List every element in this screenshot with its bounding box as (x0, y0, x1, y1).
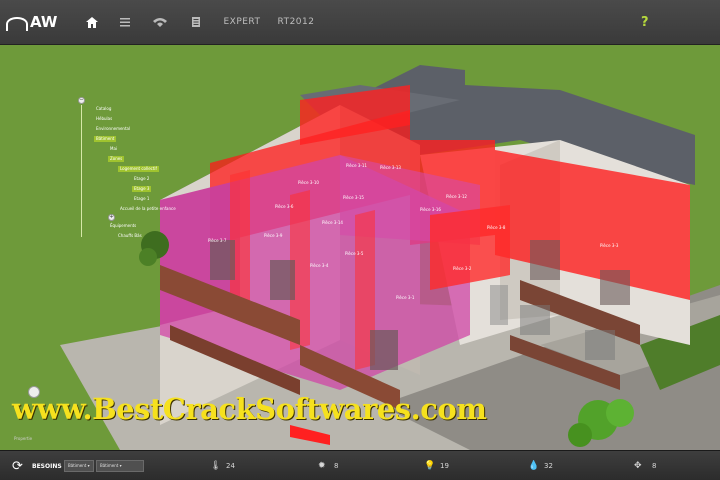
target-select-value: Bâtiment (100, 463, 119, 468)
lighting-value: 19 (440, 462, 449, 470)
logo-text: AW (30, 13, 58, 31)
room-label[interactable]: Pièce 3-11 (346, 163, 367, 168)
scope-select[interactable]: Bâtiment ▾ (64, 460, 94, 472)
thermometer-icon[interactable]: 🌡 (210, 460, 221, 472)
room-label[interactable]: Pièce 3-7 (208, 238, 226, 243)
tree-item-equipements[interactable]: Équipements (108, 223, 138, 229)
tree-item-environnemental[interactable]: Environnemental (94, 126, 132, 132)
top-toolbar: AW EXPERT RT2012 ? (0, 0, 720, 45)
home-button[interactable] (84, 12, 100, 32)
tree-item-batiment[interactable]: Bâtiment (94, 136, 117, 142)
project-tree: − Catalog Hébulas Environnemental Bâtime… (78, 97, 198, 247)
3d-viewport[interactable]: Pièce 3-11 Pièce 3-13 Pièce 3-10 Pièce 3… (0, 45, 720, 450)
room-label[interactable]: Pièce 3-16 (420, 207, 441, 212)
tree-item-hebulas[interactable]: Hébulas (94, 116, 114, 122)
water-value: 32 (544, 462, 553, 470)
temperature-value: 24 (226, 462, 235, 470)
help-button[interactable]: ? (638, 12, 652, 32)
fan-icon[interactable]: ✥ (634, 460, 642, 472)
refresh-icon: ⟳ (12, 458, 23, 474)
solar-value: 8 (334, 462, 339, 470)
logo-arc-icon (6, 15, 28, 31)
tree-item-etage-2[interactable]: Etage 2 (132, 176, 151, 182)
tab-expert[interactable]: EXPERT (222, 12, 262, 32)
tree-item-zones[interactable]: Zones (108, 156, 125, 162)
ventilation-value: 8 (652, 462, 657, 470)
watermark-text: www.BestCrackSoftwares.com (12, 392, 487, 426)
room-label[interactable]: Pièce 3-4 (310, 263, 328, 268)
room-label[interactable]: Pièce 3-8 (487, 225, 505, 230)
bulb-icon[interactable]: 💡 (424, 460, 435, 472)
tree-collapse-toggle[interactable]: − (78, 97, 85, 104)
tree-item-etage-3[interactable]: Etage 3 (132, 186, 152, 192)
tree-item-etage-1[interactable]: Etage 1 (132, 196, 151, 202)
app-logo[interactable]: AW (6, 8, 57, 36)
room-label[interactable]: Pièce 3-3 (600, 243, 618, 248)
besoins-label: BESOINS (32, 462, 62, 470)
list-button[interactable] (118, 12, 132, 32)
refresh-button[interactable]: ⟳ (12, 458, 26, 474)
room-label[interactable]: Pièce 3-15 (343, 195, 364, 200)
tab-rt2012[interactable]: RT2012 (276, 12, 316, 32)
document-icon (192, 17, 200, 27)
room-label[interactable]: Pièce 3-10 (298, 180, 319, 185)
list-icon (120, 18, 130, 27)
room-label[interactable]: Pièce 3-12 (446, 194, 467, 199)
scope-select-value: Bâtiment (68, 463, 87, 468)
wifi-icon (153, 17, 167, 27)
bottom-status-bar: ⟳ BESOINS Bâtiment ▾ Bâtiment ▾ 🌡 24 ✹ 8… (0, 450, 720, 480)
room-label[interactable]: Pièce 3-9 (264, 233, 282, 238)
tree-item-accueil[interactable]: Accueil de la petite enfance (118, 206, 178, 212)
room-label[interactable]: Pièce 3-5 (345, 251, 363, 256)
tree-connector (81, 105, 82, 237)
tree-item-logement-collectif[interactable]: Logement collectif (118, 166, 159, 172)
target-select[interactable]: Bâtiment ▾ (96, 460, 144, 472)
drop-icon[interactable]: 💧 (528, 460, 539, 472)
tree-item-catalog[interactable]: Catalog (94, 106, 113, 112)
propertie-label: Propertie (14, 436, 33, 441)
room-label[interactable]: Pièce 3-13 (380, 165, 401, 170)
room-label[interactable]: Pièce 3-1 (396, 295, 414, 300)
room-label[interactable]: Pièce 3-14 (322, 220, 343, 225)
room-label[interactable]: Pièce 3-6 (275, 204, 293, 209)
room-label[interactable]: Pièce 3-2 (453, 266, 471, 271)
tree-item-mai[interactable]: Mai (108, 146, 119, 152)
tree-add-toggle[interactable]: + (108, 214, 115, 221)
tree-item-chauffs[interactable]: Chauffs Bâs (116, 233, 144, 239)
sun-icon[interactable]: ✹ (318, 460, 326, 472)
home-icon (86, 16, 98, 28)
app-window: AW EXPERT RT2012 ? Pièce 3-11 Pièce 3-13… (0, 0, 720, 480)
document-button[interactable] (190, 12, 202, 32)
network-button[interactable] (152, 12, 168, 32)
